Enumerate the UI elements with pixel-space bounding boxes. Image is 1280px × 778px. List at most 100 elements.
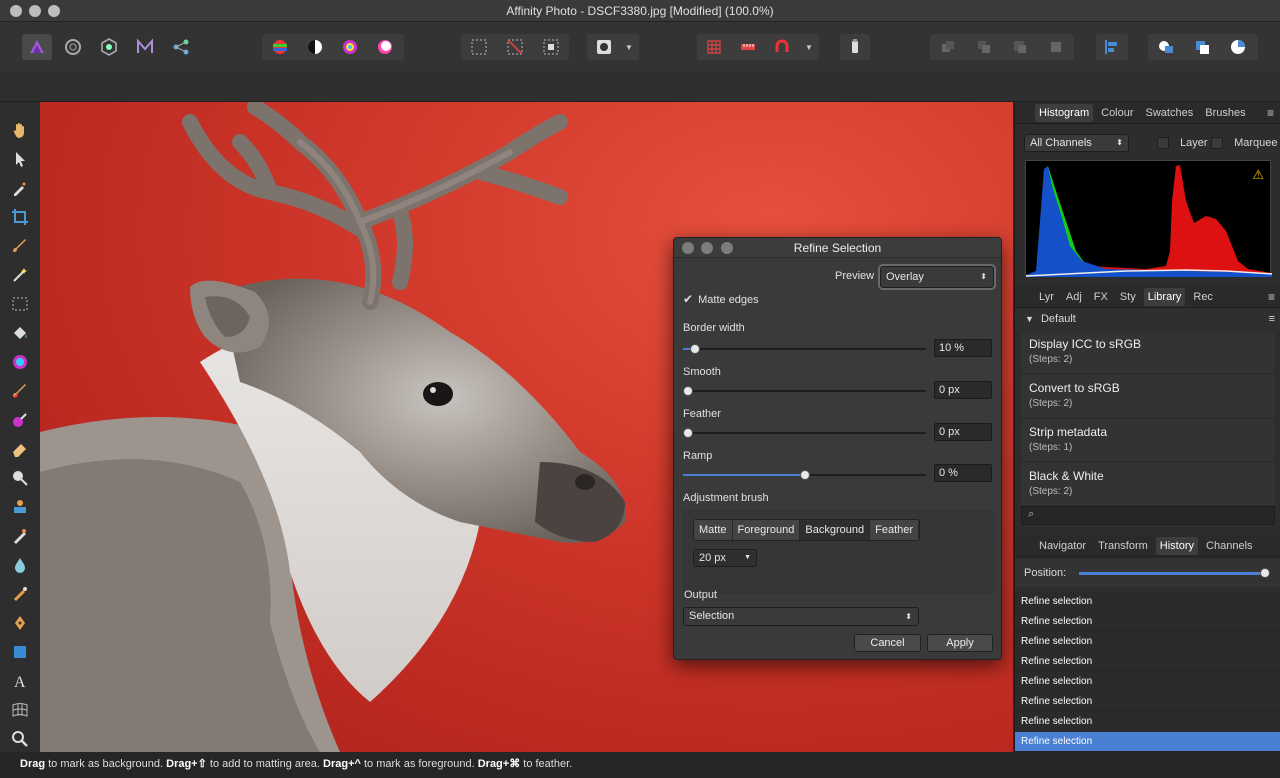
auto-contrast-button[interactable] bbox=[297, 34, 332, 60]
channel-select[interactable]: All Channels ⬍ bbox=[1024, 134, 1129, 152]
history-entry[interactable]: Refine selection bbox=[1015, 592, 1280, 612]
move-backward-one-button[interactable] bbox=[966, 34, 1002, 60]
history-entry[interactable]: Refine selection bbox=[1015, 712, 1280, 732]
photo-persona-button[interactable] bbox=[22, 34, 52, 60]
panel-menu-icon[interactable]: ≡ bbox=[1267, 106, 1274, 120]
snapping-ruler-button[interactable] bbox=[731, 34, 765, 60]
history-entry[interactable]: Refine selection bbox=[1015, 652, 1280, 672]
tone-mapping-persona-button[interactable] bbox=[130, 34, 160, 60]
brush-mode-feather[interactable]: Feather bbox=[870, 520, 920, 540]
move-front-button[interactable] bbox=[1038, 34, 1074, 60]
histogram-tab-swatches[interactable]: Swatches bbox=[1142, 104, 1198, 122]
add-button[interactable] bbox=[1148, 34, 1184, 60]
snapping-magnet-button[interactable] bbox=[765, 34, 799, 60]
flood-fill-tool[interactable] bbox=[0, 318, 40, 347]
flood-select-tool[interactable] bbox=[0, 260, 40, 289]
liquify-persona-button[interactable] bbox=[58, 34, 88, 60]
develop-persona-button[interactable] bbox=[94, 34, 124, 60]
hand-tool[interactable] bbox=[0, 115, 40, 144]
history-tab-history[interactable]: History bbox=[1155, 536, 1199, 555]
auto-colours-button[interactable] bbox=[332, 34, 367, 60]
library-category-row[interactable]: ▼ Default ≡ bbox=[1015, 309, 1280, 329]
auto-white-balance-button[interactable] bbox=[367, 34, 402, 60]
ramp-slider-knob[interactable] bbox=[799, 470, 810, 480]
brush-size-select[interactable]: 20 px ▼ bbox=[693, 549, 757, 567]
feather-field[interactable]: 0 px bbox=[934, 423, 992, 441]
invert-selection-button[interactable] bbox=[533, 34, 569, 60]
zoom-tool[interactable] bbox=[0, 724, 40, 753]
marquee-checkbox[interactable]: Marquee bbox=[1211, 137, 1277, 150]
snapping-dropdown-arrow-icon[interactable]: ▼ bbox=[799, 43, 819, 52]
select-all-button[interactable] bbox=[461, 34, 497, 60]
brush-mode-background[interactable]: Background bbox=[800, 520, 871, 540]
layer-checkbox[interactable]: Layer bbox=[1157, 137, 1208, 150]
brush-mode-matte[interactable]: Matte bbox=[694, 520, 733, 540]
smudge-tool[interactable] bbox=[0, 579, 40, 608]
minimize-window-button[interactable] bbox=[29, 5, 41, 17]
library-macro-item[interactable]: Black & White (Steps: 2) bbox=[1021, 463, 1275, 505]
colour-replacement-tool[interactable] bbox=[0, 405, 40, 434]
history-tab-navigator[interactable]: Navigator bbox=[1035, 537, 1090, 555]
library-macro-item[interactable]: Display ICC to sRGB (Steps: 2) bbox=[1021, 331, 1275, 373]
library-macro-item[interactable]: Convert to sRGB (Steps: 2) bbox=[1021, 375, 1275, 417]
pen-tool[interactable] bbox=[0, 608, 40, 637]
gradient-tool[interactable] bbox=[0, 347, 40, 376]
blur-tool[interactable] bbox=[0, 550, 40, 579]
crop-tool[interactable] bbox=[0, 202, 40, 231]
zoom-window-button[interactable] bbox=[48, 5, 60, 17]
matte-edges-checkbox[interactable]: ✔ Matte edges bbox=[683, 292, 759, 306]
dialog-close-button[interactable] bbox=[682, 242, 694, 254]
library-search-input[interactable]: ⌕ bbox=[1021, 506, 1275, 525]
smooth-slider-knob[interactable] bbox=[683, 386, 693, 396]
library-macro-item[interactable]: Strip metadata (Steps: 1) bbox=[1021, 419, 1275, 461]
output-select[interactable]: Selection ⬍ bbox=[683, 607, 919, 626]
auto-levels-button[interactable] bbox=[262, 34, 297, 60]
smooth-slider[interactable] bbox=[683, 390, 926, 392]
history-position-knob[interactable] bbox=[1260, 568, 1270, 578]
quick-mask-dropdown-arrow-icon[interactable]: ▼ bbox=[621, 43, 637, 52]
feather-slider-knob[interactable] bbox=[683, 428, 693, 438]
history-tab-transform[interactable]: Transform bbox=[1094, 537, 1152, 555]
snapping-grid-button[interactable] bbox=[697, 34, 731, 60]
erase-brush-tool[interactable] bbox=[0, 434, 40, 463]
history-entry[interactable]: Refine selection bbox=[1015, 692, 1280, 712]
inpainting-tool[interactable] bbox=[0, 521, 40, 550]
border-width-field[interactable]: 10 % bbox=[934, 339, 992, 357]
history-entry[interactable]: Refine selection bbox=[1015, 732, 1280, 752]
selection-brush-tool[interactable] bbox=[0, 231, 40, 260]
cancel-button[interactable]: Cancel bbox=[854, 634, 921, 652]
feather-slider[interactable] bbox=[683, 432, 926, 434]
history-position-slider[interactable] bbox=[1079, 572, 1265, 575]
deselect-button[interactable] bbox=[497, 34, 533, 60]
text-tool[interactable]: A bbox=[0, 666, 40, 695]
histogram-tab-histogram[interactable]: Histogram bbox=[1035, 103, 1094, 122]
align-button[interactable] bbox=[1096, 34, 1126, 60]
library-tab-library[interactable]: Library bbox=[1143, 287, 1186, 306]
library-tab-fx[interactable]: FX bbox=[1090, 288, 1112, 306]
history-entry[interactable]: Refine selection bbox=[1015, 612, 1280, 632]
library-tab-adj[interactable]: Adj bbox=[1062, 288, 1086, 306]
rectangle-tool[interactable] bbox=[0, 637, 40, 666]
dialog-zoom-button[interactable] bbox=[721, 242, 733, 254]
colour-picker-tool[interactable] bbox=[0, 173, 40, 202]
clone-tool[interactable] bbox=[0, 492, 40, 521]
export-persona-button[interactable] bbox=[166, 34, 196, 60]
brush-mode-foreground[interactable]: Foreground bbox=[732, 520, 801, 540]
move-forward-one-button[interactable] bbox=[1002, 34, 1038, 60]
library-tab-rec[interactable]: Rec bbox=[1189, 288, 1217, 306]
apply-button[interactable]: Apply bbox=[927, 634, 993, 652]
dialog-minimize-button[interactable] bbox=[701, 242, 713, 254]
marquee-tool[interactable] bbox=[0, 289, 40, 318]
history-entry[interactable]: Refine selection bbox=[1015, 632, 1280, 652]
history-tab-channels[interactable]: Channels bbox=[1202, 537, 1256, 555]
border-width-slider-knob[interactable] bbox=[690, 344, 701, 354]
category-menu-icon[interactable]: ≡ bbox=[1269, 309, 1275, 329]
assistant-button[interactable] bbox=[840, 34, 870, 60]
library-tab-lyr[interactable]: Lyr bbox=[1035, 288, 1058, 306]
subtract-button[interactable] bbox=[1184, 34, 1220, 60]
border-width-slider[interactable] bbox=[683, 348, 926, 350]
move-back-button[interactable] bbox=[930, 34, 966, 60]
history-entry[interactable]: Refine selection bbox=[1015, 672, 1280, 692]
histogram-tab-brushes[interactable]: Brushes bbox=[1201, 104, 1249, 122]
intersect-button[interactable] bbox=[1220, 34, 1256, 60]
